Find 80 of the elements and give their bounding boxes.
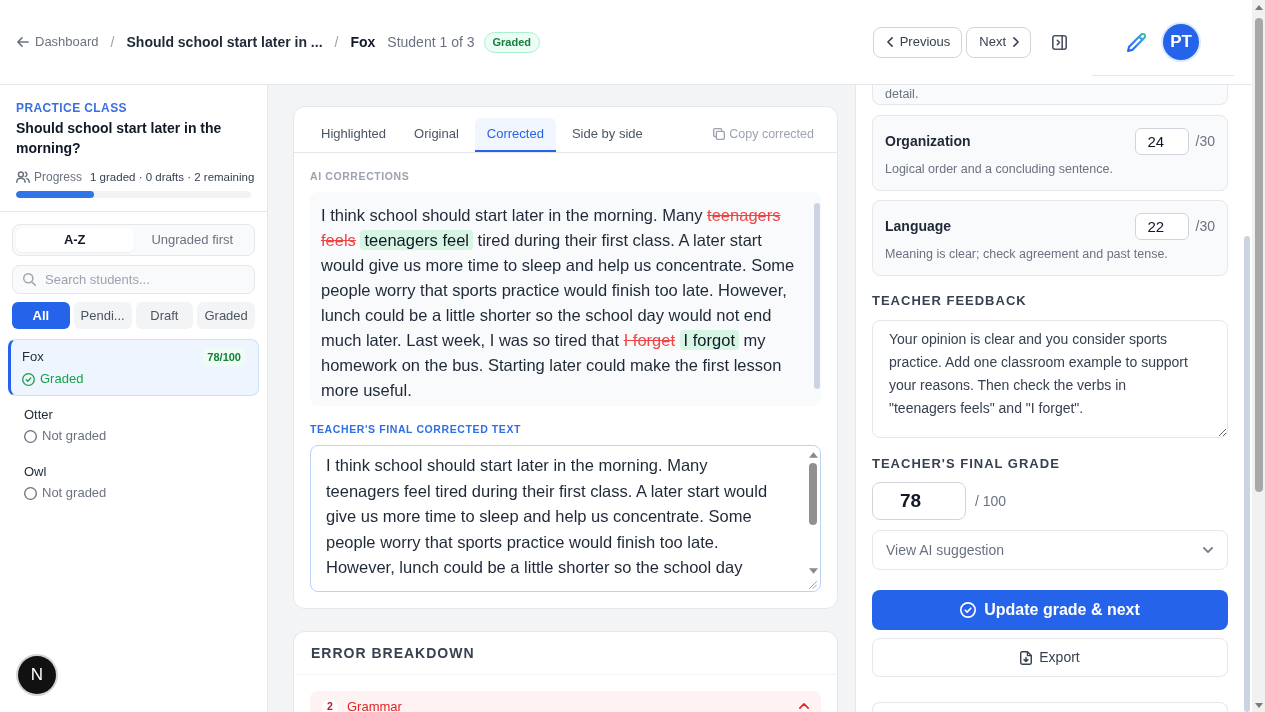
student-name: Fox: [22, 349, 44, 365]
criterion-description: Logical order and a concluding sentence.: [885, 161, 1114, 177]
tab[interactable]: Original: [402, 118, 471, 152]
previous-button[interactable]: Previous: [872, 26, 963, 58]
scrollbar-thumb[interactable]: [809, 463, 817, 525]
chevron-left-icon: [886, 37, 893, 47]
grading-status: Graded: [40, 371, 84, 387]
score-input[interactable]: 22: [1134, 213, 1189, 240]
criterion-name: Organization: [885, 132, 971, 151]
student-list-item[interactable]: Fox 78/100 Graded: [8, 339, 259, 396]
corrected-essay-text: I think school should start later in the morning. Many teenagers feels teenagers feel tired during their first class. A later start would give us more time to sleep and help us concentrate. Some people worry that sports practice would finish too late. However, lunch could be a little shorter so the school day would not end much later. Last week, I was so tired that I forget I forgot my homework on the bus. Starting later could make the first lesson more useful.: [321, 205, 796, 401]
dev-tools-button[interactable]: N: [18, 656, 56, 694]
user-avatar[interactable]: PT: [1163, 24, 1199, 60]
scroll-down-icon[interactable]: [1254, 703, 1263, 708]
scrollbar-thumb[interactable]: [814, 203, 820, 389]
update-grade-button[interactable]: Update grade & next: [872, 590, 1228, 630]
scroll-down-icon[interactable]: [808, 568, 818, 574]
grade-max: / 100: [975, 491, 1007, 511]
scroll-up-icon[interactable]: [808, 452, 818, 458]
next-button[interactable]: Next: [966, 26, 1031, 58]
tab[interactable]: Corrected: [474, 118, 556, 152]
arrow-left-icon: [17, 37, 29, 47]
section-label: TEACHER'S FINAL CORRECTED TEXT: [310, 423, 523, 435]
student-name: Otter: [24, 407, 53, 423]
score-max: /30: [1195, 132, 1215, 151]
scrollbar-thumb[interactable]: [1244, 236, 1250, 712]
resize-grip-icon[interactable]: [809, 581, 817, 589]
copy-icon: [713, 128, 726, 140]
breadcrumb-separator: /: [110, 32, 115, 52]
filter-tab[interactable]: Pendi...: [73, 302, 132, 329]
criterion-description: detail.: [885, 86, 920, 102]
ai-suggestion-toggle[interactable]: View AI suggestion: [872, 530, 1228, 570]
panel-toggle-icon[interactable]: [1052, 34, 1067, 50]
grading-status: Not graded: [42, 485, 107, 501]
filter-tab[interactable]: Draft: [135, 302, 194, 329]
student-list-item[interactable]: Otter Not graded: [8, 398, 259, 453]
criterion-name: Language: [885, 217, 952, 236]
chevron-right-icon: [1013, 37, 1019, 47]
grading-status: Not graded: [42, 428, 107, 444]
score-max: /30: [1195, 217, 1215, 236]
corrected-text-field[interactable]: I think school should start later in the morning. Many teenagers feel tired during their first class. A later start would give us more time to sleep and help us concentrate. Some people worry that sports practice would finish too late. However, lunch could be a little shorter so the school day: [310, 445, 821, 592]
tab[interactable]: Highlighted: [309, 118, 399, 152]
tab[interactable]: Side by side: [559, 118, 655, 152]
section-label: AI CORRECTIONS: [310, 170, 411, 182]
check-circle-icon: [960, 602, 977, 618]
score-input[interactable]: 24: [1134, 128, 1189, 155]
scrollbar-thumb[interactable]: [1254, 18, 1263, 492]
progress-label: Progress: [34, 169, 83, 185]
error-category-row[interactable]: 2 Grammar: [310, 691, 821, 712]
status-badge: Graded: [483, 31, 540, 53]
section-title: ERROR BREAKDOWN: [311, 643, 475, 663]
category-name: Grammar: [347, 699, 402, 712]
pencil-icon[interactable]: [1127, 32, 1146, 52]
breadcrumb-link[interactable]: Should school start later in ...: [126, 31, 323, 53]
search-icon: [23, 273, 36, 286]
search-field[interactable]: Search students...: [12, 265, 255, 294]
feedback-field[interactable]: Your opinion is clear and you consider sports practice. Add one classroom example to support your reasons. Then check the verbs in "teenagers feels" and "I forget".: [872, 320, 1228, 438]
student-position: Student 1 of 3: [387, 32, 475, 52]
student-name: Owl: [24, 464, 47, 480]
criterion-description: Meaning is clear; check agreement and past tense.: [885, 246, 1169, 262]
breadcrumb-separator: /: [334, 32, 339, 52]
class-label: PRACTICE CLASS: [16, 100, 128, 116]
filter-tab[interactable]: All: [12, 302, 70, 329]
count-badge: 2: [322, 699, 338, 712]
sort-option[interactable]: Ungraded first: [133, 228, 251, 252]
progress-summary: 1 graded · 0 drafts · 2 remaining: [90, 170, 255, 185]
section-label: TEACHER FEEDBACK: [872, 294, 1028, 308]
export-button[interactable]: Export: [872, 638, 1228, 677]
back-link[interactable]: Dashboard: [17, 32, 99, 52]
scroll-up-icon[interactable]: [1254, 5, 1263, 10]
grade-input[interactable]: 78: [872, 482, 966, 520]
student-list-item[interactable]: Owl Not graded: [8, 455, 259, 510]
sort-option[interactable]: A-Z: [16, 228, 134, 252]
file-download-icon: [1020, 650, 1033, 665]
student-name: Fox: [350, 32, 376, 52]
filter-tab[interactable]: Graded: [197, 302, 255, 329]
section-label: TEACHER'S FINAL GRADE: [872, 457, 1061, 471]
score-badge: 78/100: [203, 348, 245, 366]
users-icon: [16, 171, 30, 183]
assignment-title: Should school start later in the morning?: [16, 119, 223, 158]
